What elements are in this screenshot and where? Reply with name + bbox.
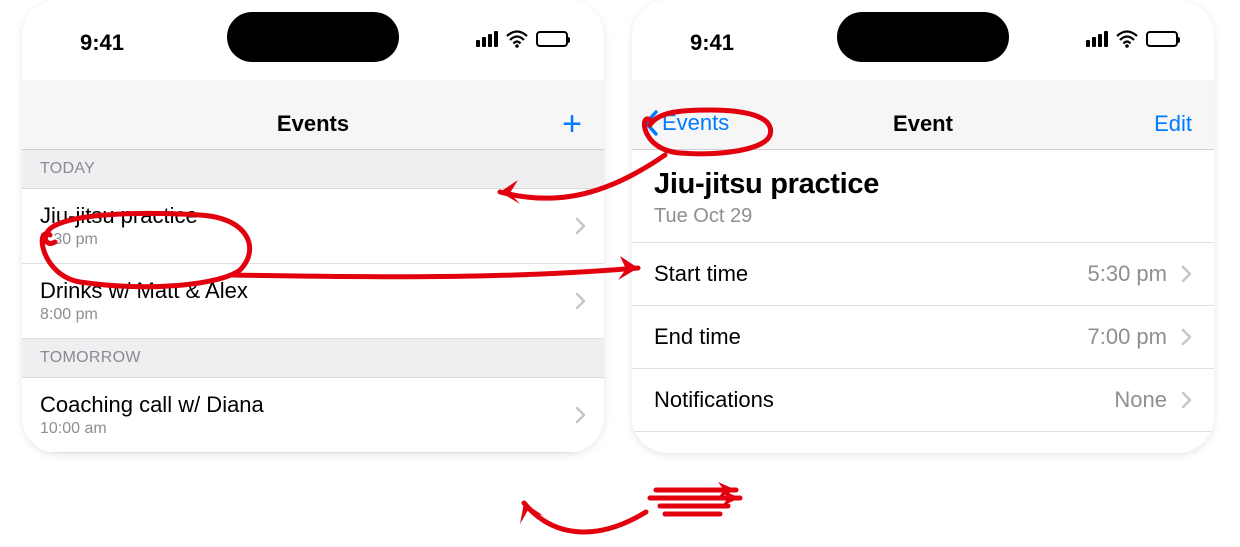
status-bar: 9:41 <box>22 0 604 52</box>
nav-title: Events <box>22 111 604 137</box>
chevron-right-icon <box>1181 265 1192 283</box>
event-title: Drinks w/ Matt & Alex <box>40 278 575 304</box>
row-value: None <box>1114 387 1167 413</box>
wifi-icon <box>1116 30 1138 48</box>
chevron-right-icon <box>575 292 586 310</box>
event-row[interactable]: Jiu-jitsu practice 5:30 pm <box>22 189 604 264</box>
row-label: End time <box>654 324 1088 350</box>
event-time: 8:00 pm <box>40 306 575 324</box>
start-time-row[interactable]: Start time 5:30 pm <box>632 243 1214 306</box>
detail-title: Jiu-jitsu practice <box>654 168 1192 201</box>
event-detail-header: Jiu-jitsu practice Tue Oct 29 <box>632 150 1214 243</box>
event-row[interactable]: Drinks w/ Matt & Alex 8:00 pm <box>22 264 604 339</box>
status-time: 9:41 <box>690 30 734 56</box>
phone-list-screen: 9:41 Events + TODAY Jiu-jitsu practice 5… <box>22 0 604 453</box>
wifi-icon <box>506 30 528 48</box>
row-value: 5:30 pm <box>1088 261 1168 287</box>
row-label: Start time <box>654 261 1088 287</box>
signal-icon <box>1086 31 1108 47</box>
end-time-row[interactable]: End time 7:00 pm <box>632 306 1214 369</box>
status-icons <box>476 30 568 48</box>
chevron-right-icon <box>1181 328 1192 346</box>
event-title: Jiu-jitsu practice <box>40 203 575 229</box>
nav-bar: Events Event Edit <box>632 80 1214 150</box>
section-header-tomorrow: TOMORROW <box>22 339 604 378</box>
nav-bar: Events + <box>22 80 604 150</box>
chevron-right-icon <box>1181 391 1192 409</box>
status-bar: 9:41 <box>632 0 1214 52</box>
add-button[interactable]: + <box>562 113 582 137</box>
chevron-right-icon <box>575 406 586 424</box>
battery-icon <box>536 31 568 47</box>
dynamic-island <box>837 12 1009 62</box>
row-value: 7:00 pm <box>1088 324 1168 350</box>
detail-date: Tue Oct 29 <box>654 205 1192 228</box>
section-header-today: TODAY <box>22 150 604 189</box>
status-icons <box>1086 30 1178 48</box>
status-time: 9:41 <box>80 30 124 56</box>
event-title: Coaching call w/ Diana <box>40 392 575 418</box>
event-row[interactable]: Coaching call w/ Diana 10:00 am <box>22 378 604 453</box>
chevron-right-icon <box>575 217 586 235</box>
battery-icon <box>1146 31 1178 47</box>
edit-button[interactable]: Edit <box>1154 111 1192 137</box>
event-time: 5:30 pm <box>40 231 575 249</box>
signal-icon <box>476 31 498 47</box>
dynamic-island <box>227 12 399 62</box>
phone-detail-screen: 9:41 Events Event Edit Jiu-jitsu practic… <box>632 0 1214 453</box>
nav-title: Event <box>632 111 1214 137</box>
row-label: Notifications <box>654 387 1114 413</box>
event-time: 10:00 am <box>40 420 575 438</box>
notifications-row[interactable]: Notifications None <box>632 369 1214 432</box>
